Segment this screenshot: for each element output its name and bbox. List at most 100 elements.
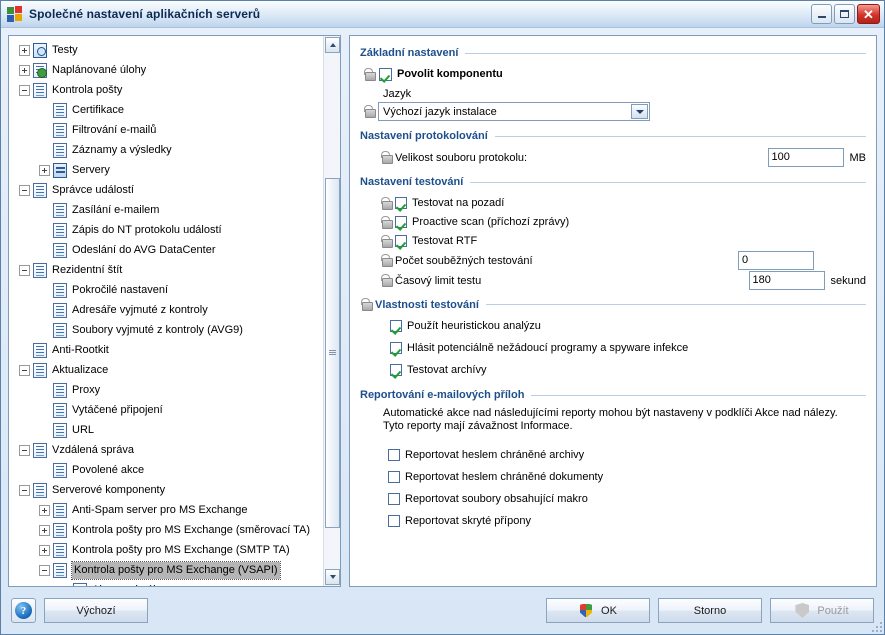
report-check-checkbox-3[interactable] <box>388 515 400 527</box>
tree-vertical-scrollbar[interactable] <box>323 36 340 586</box>
tree-item-22[interactable]: Serverové komponenty <box>11 480 323 500</box>
language-dropdown-button[interactable] <box>631 104 648 119</box>
group-reporting-title: Reportování e-mailových příloh <box>360 389 525 401</box>
tree-item-13[interactable]: Adresáře vyjmuté z kontroly <box>11 300 323 320</box>
tree-item-label: Anti-Spam server pro MS Exchange <box>72 503 248 516</box>
tree-item-23[interactable]: Anti-Spam server pro MS Exchange <box>11 500 323 520</box>
tree-item-10[interactable]: Odeslání do AVG DataCenter <box>11 240 323 260</box>
tree-item-5[interactable]: Záznamy a výsledky <box>11 140 323 160</box>
tree-collapse-icon[interactable] <box>19 184 30 196</box>
tree-item-6[interactable]: Servery <box>11 160 323 180</box>
tree-expand-icon[interactable] <box>39 544 50 556</box>
settings-tree-panel[interactable]: Testy Naplánované úlohy Kontrola pošty Cert… <box>8 35 341 587</box>
tree-item-9[interactable]: Zápis do NT protokolu událostí <box>11 220 323 240</box>
tree-expand-icon[interactable] <box>19 64 30 76</box>
enable-component-checkbox[interactable] <box>379 67 392 81</box>
scan-timeout-input[interactable]: 180 <box>748 271 825 290</box>
scroll-up-button[interactable] <box>325 37 340 53</box>
tree-item-17[interactable]: Proxy <box>11 380 323 400</box>
tree-item-20[interactable]: Vzdálená správa <box>11 440 323 460</box>
minimize-button[interactable] <box>811 4 832 24</box>
tree-item-8[interactable]: Zasílání e-mailem <box>11 200 323 220</box>
resize-grip-icon[interactable] <box>870 620 882 632</box>
ok-button[interactable]: OK <box>546 598 650 623</box>
doc-icon <box>53 242 67 258</box>
scroll-down-button[interactable] <box>325 569 340 585</box>
scan-check-row-2[interactable]: Testovat RTF <box>380 232 866 250</box>
property-check-checkbox-1[interactable] <box>390 342 402 354</box>
language-combobox[interactable]: Výchozí jazyk instalace <box>378 102 650 121</box>
group-properties-title: Vlastnosti testování <box>375 298 479 311</box>
tree-expand-icon[interactable] <box>39 504 50 516</box>
enable-component-row[interactable]: Povolit komponentu <box>363 65 866 83</box>
tree-collapse-icon[interactable] <box>19 484 30 496</box>
settings-tree[interactable]: Testy Naplánované úlohy Kontrola pošty Cert… <box>9 36 323 586</box>
report-check-row-2[interactable]: Reportovat soubory obsahující makro <box>388 490 866 508</box>
tree-item-2[interactable]: Kontrola pošty <box>11 80 323 100</box>
tree-collapse-icon[interactable] <box>19 364 30 376</box>
tree-expand-icon[interactable] <box>39 164 50 176</box>
maximize-button[interactable] <box>834 4 855 24</box>
property-check-row-1[interactable]: Hlásit potenciálně nežádoucí programy a … <box>390 339 866 357</box>
default-button[interactable]: Výchozí <box>44 598 148 623</box>
cancel-button[interactable]: Storno <box>658 598 762 623</box>
scan-check-checkbox-1[interactable] <box>395 216 407 228</box>
property-check-checkbox-0[interactable] <box>390 320 402 332</box>
tree-expand-icon[interactable] <box>19 44 30 56</box>
tree-expand-icon[interactable] <box>39 524 50 536</box>
report-check-row-3[interactable]: Reportovat skryté přípony <box>388 512 866 530</box>
report-check-row-0[interactable]: Reportovat heslem chráněné archivy <box>388 446 866 464</box>
tree-item-11[interactable]: Rezidentní štít <box>11 260 323 280</box>
concurrent-scans-label: Počet souběžných testování <box>395 254 533 267</box>
scan-check-row-0[interactable]: Testovat na pozadí <box>380 194 866 212</box>
scan-timeout-row[interactable]: Časový limit testu 180 sekund <box>380 271 866 290</box>
doc-icon <box>33 362 47 378</box>
tree-item-4[interactable]: Filtrování e-mailů <box>11 120 323 140</box>
divider <box>465 52 866 54</box>
tree-item-25[interactable]: Kontrola pošty pro MS Exchange (SMTP TA) <box>11 540 323 560</box>
tree-item-26[interactable]: Kontrola pošty pro MS Exchange (VSAPI) <box>11 560 323 580</box>
property-check-row-0[interactable]: Použít heuristickou analýzu <box>390 317 866 335</box>
log-size-input[interactable]: 100 <box>767 148 844 167</box>
lock-open-icon <box>380 196 393 210</box>
property-check-row-2[interactable]: Testovat archívy <box>390 361 866 379</box>
report-check-checkbox-2[interactable] <box>388 493 400 505</box>
log-size-row[interactable]: Velikost souboru protokolu: 100 MB <box>380 148 866 167</box>
help-button[interactable]: ? <box>11 598 36 623</box>
tree-item-21[interactable]: Povolené akce <box>11 460 323 480</box>
doc-icon <box>53 542 67 558</box>
tree-item-18[interactable]: Vytáčené připojení <box>11 400 323 420</box>
tree-item-16[interactable]: Aktualizace <box>11 360 323 380</box>
tree-collapse-icon[interactable] <box>19 264 30 276</box>
tree-collapse-icon[interactable] <box>19 84 30 96</box>
tree-item-15[interactable]: Anti-Rootkit <box>11 340 323 360</box>
scrollbar-thumb[interactable] <box>325 178 340 528</box>
tree-item-19[interactable]: URL <box>11 420 323 440</box>
cancel-button-label: Storno <box>693 604 727 617</box>
tree-item-24[interactable]: Kontrola pošty pro MS Exchange (směrovac… <box>11 520 323 540</box>
apply-button[interactable]: Použít <box>770 598 874 623</box>
tree-item-3[interactable]: Certifikace <box>11 100 323 120</box>
lock-open-icon <box>380 234 393 248</box>
tree-item-7[interactable]: Správce událostí <box>11 180 323 200</box>
tree-collapse-icon[interactable] <box>39 564 50 576</box>
scan-check-checkbox-2[interactable] <box>395 235 407 247</box>
concurrent-scans-input[interactable]: 0 <box>738 251 814 270</box>
report-check-checkbox-1[interactable] <box>388 471 400 483</box>
tree-item-0[interactable]: Testy <box>11 40 323 60</box>
property-check-checkbox-2[interactable] <box>390 364 402 376</box>
property-check-label-1: Hlásit potenciálně nežádoucí programy a … <box>407 342 689 354</box>
report-check-row-1[interactable]: Reportovat heslem chráněné dokumenty <box>388 468 866 486</box>
tree-collapse-icon[interactable] <box>19 444 30 456</box>
report-check-checkbox-0[interactable] <box>388 449 400 461</box>
scan-check-row-1[interactable]: Proactive scan (příchozí zprávy) <box>380 213 866 231</box>
language-row[interactable]: Výchozí jazyk instalace <box>363 102 866 121</box>
tree-item-12[interactable]: Pokročilé nastavení <box>11 280 323 300</box>
close-button[interactable]: ✕ <box>857 4 880 24</box>
scan-check-checkbox-0[interactable] <box>395 197 407 209</box>
concurrent-scans-row[interactable]: Počet souběžných testování 0 <box>380 251 866 270</box>
tree-item-14[interactable]: Soubory vyjmuté z kontroly (AVG9) <box>11 320 323 340</box>
doc-icon <box>53 502 67 518</box>
tree-item-1[interactable]: Naplánované úlohy <box>11 60 323 80</box>
tree-item-27[interactable]: Akce nad nálezy <box>11 580 323 586</box>
